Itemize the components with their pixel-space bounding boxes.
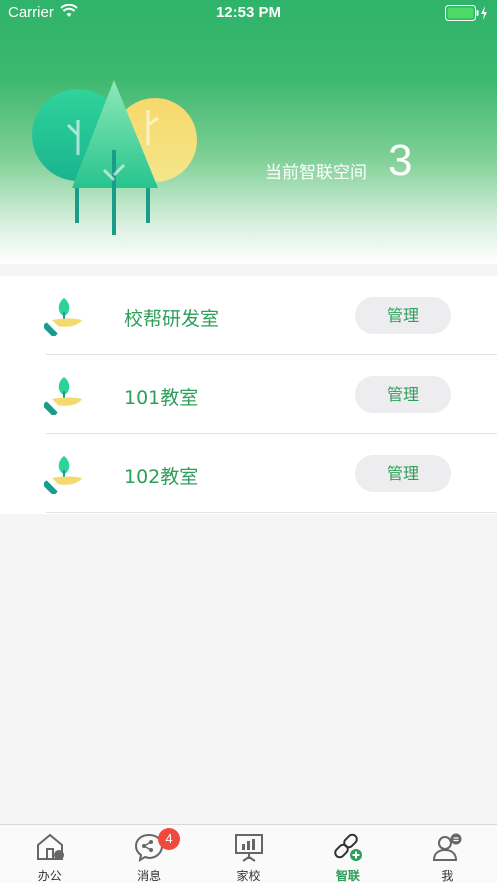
clock: 12:53 PM	[215, 4, 282, 21]
space-name: 101教室	[124, 387, 199, 409]
tab-label: 办公	[37, 869, 62, 883]
tab-smart-link[interactable]: 智联	[298, 825, 397, 883]
tab-office[interactable]: 办公	[0, 825, 99, 883]
manage-button[interactable]: 管理	[355, 376, 451, 413]
tab-label: 我	[441, 869, 454, 883]
row-divider	[46, 512, 497, 513]
space-list: 校帮研发室 管理 101教室 管理 102教室 管理	[0, 276, 497, 514]
tab-messages[interactable]: 消息	[99, 825, 198, 883]
tab-home-school[interactable]: 家校	[199, 825, 298, 883]
plant-in-hand-icon	[44, 298, 82, 336]
space-name: 校帮研发室	[124, 308, 220, 330]
manage-button[interactable]: 管理	[355, 297, 451, 334]
battery-icon	[445, 5, 487, 21]
space-count-label: 当前智联空间	[265, 163, 367, 183]
manage-button[interactable]: 管理	[355, 455, 451, 492]
presentation-icon	[234, 834, 263, 862]
message-badge: 4	[158, 828, 180, 850]
space-count-value: 3	[388, 136, 413, 185]
link-icon	[334, 833, 362, 861]
profile-icon	[433, 833, 462, 861]
plant-in-hand-icon	[44, 377, 82, 415]
office-icon	[36, 833, 64, 860]
header-banner: Carrier 12:53 PM 当前智联空间 3	[0, 0, 497, 264]
tab-label: 消息	[137, 869, 162, 883]
status-bar: Carrier 12:53 PM	[0, 0, 497, 26]
tab-label: 家校	[236, 869, 261, 883]
plant-in-hand-icon	[44, 456, 82, 494]
trees-illustration-icon	[32, 80, 197, 235]
list-item[interactable]: 102教室 管理	[0, 434, 497, 513]
tab-me[interactable]: 我	[398, 825, 497, 883]
list-item[interactable]: 校帮研发室 管理	[0, 276, 497, 355]
list-item[interactable]: 101教室 管理	[0, 355, 497, 434]
tab-label: 智联	[335, 869, 360, 883]
tab-bar: 办公 消息 家校 智联 我	[0, 824, 497, 883]
space-name: 102教室	[124, 466, 199, 488]
